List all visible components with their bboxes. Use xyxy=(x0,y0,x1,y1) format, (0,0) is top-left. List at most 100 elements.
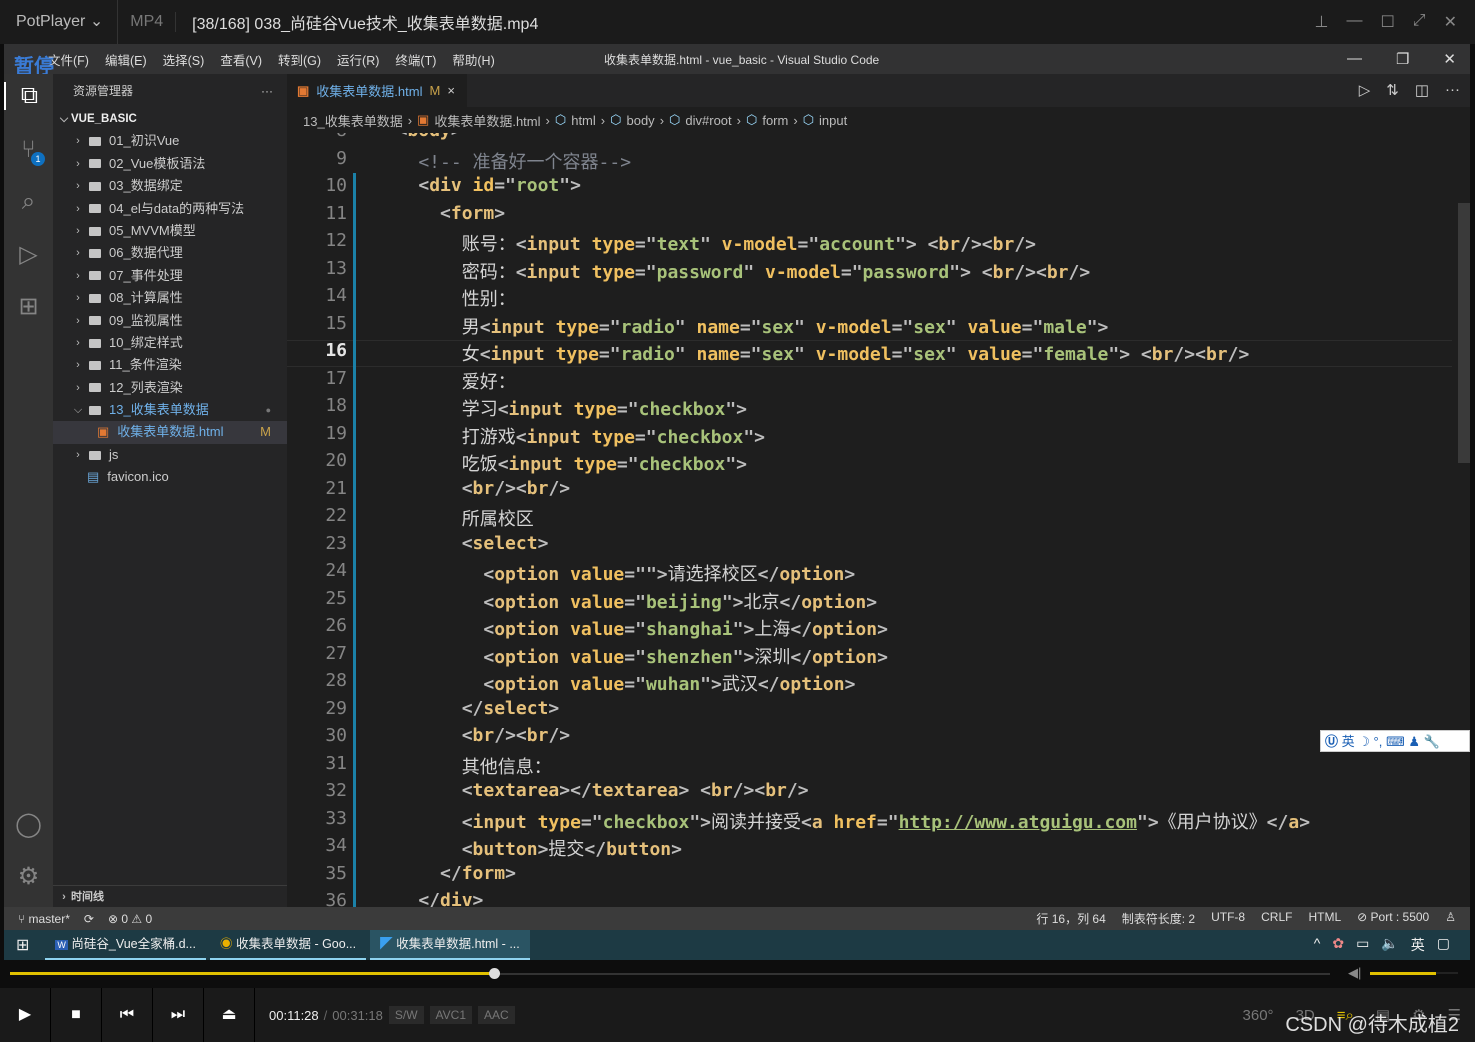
language-mode[interactable]: HTML xyxy=(1308,910,1341,927)
folder-icon xyxy=(89,316,101,326)
code-token: textarea xyxy=(472,780,560,801)
account-icon[interactable]: ◯ xyxy=(4,810,53,839)
tree-item[interactable]: › 08_计算属性 xyxy=(53,287,287,309)
tree-item[interactable]: › 05_MVVM模型 xyxy=(53,220,287,242)
code-line: <form> xyxy=(375,203,505,224)
tree-item[interactable]: ▤ favicon.ico xyxy=(53,466,287,488)
notification-icon[interactable]: ▢ xyxy=(1437,935,1450,955)
volume-icon[interactable]: 🔈 xyxy=(1381,935,1398,955)
pin-icon[interactable]: ⊥ xyxy=(1315,12,1329,32)
breadcrumb-item[interactable]: input xyxy=(819,113,847,128)
breadcrumb-separator-icon: › xyxy=(545,112,550,128)
tree-item[interactable]: › 12_列表渲染 xyxy=(53,377,287,399)
breadcrumb-item[interactable]: body xyxy=(626,113,654,128)
split-editor-icon[interactable]: ◫ xyxy=(1415,81,1429,99)
menu-item[interactable]: 终端(T) xyxy=(387,50,444,69)
more-icon[interactable]: ··· xyxy=(1445,81,1460,99)
stop-button[interactable]: ■ xyxy=(51,988,102,1042)
breadcrumb-item[interactable]: 收集表单数据.html xyxy=(434,111,540,130)
code-token: </ xyxy=(1266,811,1289,833)
360-icon[interactable]: 360° xyxy=(1243,1007,1274,1024)
total-time: 00:31:18 xyxy=(332,1007,383,1023)
encoding[interactable]: UTF-8 xyxy=(1211,910,1245,927)
maximize-button[interactable]: ☐ xyxy=(1380,12,1394,32)
decoder-badge[interactable]: S/W xyxy=(388,1006,424,1024)
tree-item[interactable]: › 10_绑定样式 xyxy=(53,332,287,354)
tree-item[interactable]: › 03_数据绑定 xyxy=(53,175,287,197)
explorer-icon[interactable]: ⧉ xyxy=(4,82,53,110)
run-icon[interactable]: ▷ xyxy=(1359,81,1371,99)
next-button[interactable]: ⏭ xyxy=(153,988,204,1042)
tab-collect-form-data[interactable]: ▣ 收集表单数据.html M × xyxy=(287,74,467,107)
minimize-button[interactable]: — xyxy=(1346,12,1362,32)
taskbar-vscode[interactable]: ◤ 收集表单数据.html - ... xyxy=(370,930,530,960)
more-actions-button[interactable]: ··· xyxy=(261,74,287,108)
breadcrumb-item[interactable]: div#root xyxy=(685,113,731,128)
menu-item[interactable]: 选择(S) xyxy=(155,50,213,69)
fullscreen-button[interactable]: ⤢ xyxy=(1413,12,1426,32)
compare-icon[interactable]: ⇅ xyxy=(1386,81,1399,99)
seek-handle[interactable] xyxy=(489,968,501,979)
code-token: =" xyxy=(494,175,516,196)
tray-chevron-icon[interactable]: ^ xyxy=(1314,935,1321,955)
run-debug-icon[interactable]: ▷ xyxy=(4,240,53,269)
tree-item[interactable]: ⌵ 13_收集表单数据 ● xyxy=(53,399,287,421)
tray-app-icon[interactable]: ✿ xyxy=(1332,935,1344,955)
eject-button[interactable]: ⏏ xyxy=(204,988,255,1042)
breadcrumb-item[interactable]: form xyxy=(762,113,788,128)
play-button[interactable]: ▶ xyxy=(0,988,51,1042)
tree-item[interactable]: › 04_el与data的两种写法 xyxy=(53,198,287,220)
ime-indicator[interactable]: 英 xyxy=(1411,935,1425,955)
menu-item[interactable]: 运行(R) xyxy=(329,50,387,69)
gear-icon[interactable]: ⚙ xyxy=(4,862,53,891)
menu-item[interactable]: 查看(V) xyxy=(212,50,270,69)
restore-button[interactable]: ❐ xyxy=(1396,50,1409,68)
extensions-icon[interactable]: ⊞ xyxy=(4,292,53,321)
close-button[interactable]: ✕ xyxy=(1444,12,1457,32)
potplayer-menu[interactable]: PotPlayer ⌄ xyxy=(0,0,119,44)
tree-item-label: 04_el与data的两种写法 xyxy=(109,200,245,216)
cursor-position[interactable]: 行 16，列 64 xyxy=(1036,910,1105,927)
video-codec-badge[interactable]: AVC1 xyxy=(429,1006,473,1024)
tree-item[interactable]: ▣ 收集表单数据.html M xyxy=(53,421,287,444)
tree-item[interactable]: › 01_初识Vue xyxy=(53,130,287,152)
sync-icon[interactable]: ⟳ xyxy=(84,912,94,926)
previous-button[interactable]: ⏮ xyxy=(102,988,153,1042)
taskbar-chrome[interactable]: ◉ 收集表单数据 - Goo... xyxy=(209,930,367,960)
workspace-root[interactable]: ⌵ VUE_BASIC xyxy=(53,108,287,130)
breadcrumb-item[interactable]: 13_收集表单数据 xyxy=(303,111,403,130)
problems[interactable]: ⊗ 0 ⚠ 0 xyxy=(108,912,152,926)
tab-size[interactable]: 制表符长度: 2 xyxy=(1122,910,1195,927)
tree-item[interactable]: › 06_数据代理 xyxy=(53,242,287,264)
code-line: 其他信息： xyxy=(375,753,552,779)
code-line: <option value="shenzhen">深圳</option> xyxy=(375,643,888,669)
source-control-icon[interactable]: ⑂ 1 xyxy=(4,136,53,166)
code-token: />< xyxy=(960,234,993,255)
mute-icon[interactable]: ◀| xyxy=(1348,965,1361,981)
live-server-port[interactable]: ⊘ Port : 5500 xyxy=(1357,910,1429,927)
scrollbar[interactable] xyxy=(1458,203,1470,463)
windows-start-icon[interactable]: ⊞ xyxy=(4,935,41,955)
tree-item[interactable]: › 11_条件渲染 xyxy=(53,354,287,376)
search-icon[interactable]: ⌕ xyxy=(4,188,53,216)
minimize-button[interactable]: — xyxy=(1347,50,1362,68)
tree-item[interactable]: › 07_事件处理 xyxy=(53,265,287,287)
breadcrumb-item[interactable]: html xyxy=(571,113,596,128)
code-editor[interactable]: 8 <body>9 <!-- 准备好一个容器-->10 <div id="roo… xyxy=(287,133,1470,907)
tree-item[interactable]: › 02_Vue模板语法 xyxy=(53,153,287,175)
menu-item[interactable]: 转到(G) xyxy=(270,50,329,69)
battery-icon[interactable]: ▭ xyxy=(1356,935,1369,955)
taskbar-word[interactable]: W 尚硅谷_Vue全家桶.d... xyxy=(45,930,206,960)
menu-item[interactable]: 帮助(H) xyxy=(444,50,502,69)
line-ending[interactable]: CRLF xyxy=(1261,910,1292,927)
audio-codec-badge[interactable]: AAC xyxy=(478,1006,515,1024)
close-tab-button[interactable]: × xyxy=(447,83,455,98)
tree-item[interactable]: › 09_监视属性 xyxy=(53,310,287,332)
timeline-section[interactable]: › 时间线 xyxy=(53,885,287,907)
tree-item[interactable]: › js xyxy=(53,444,287,466)
ime-toolbar[interactable]: Ⓤ 英 ☽ °, ⌨ ♟ 🔧 xyxy=(1320,730,1470,752)
feedback-icon[interactable]: ♙ xyxy=(1445,910,1456,927)
menu-item[interactable]: 编辑(E) xyxy=(97,50,155,69)
git-branch[interactable]: ⑂ master* xyxy=(18,912,70,926)
close-button[interactable]: ✕ xyxy=(1443,50,1456,68)
